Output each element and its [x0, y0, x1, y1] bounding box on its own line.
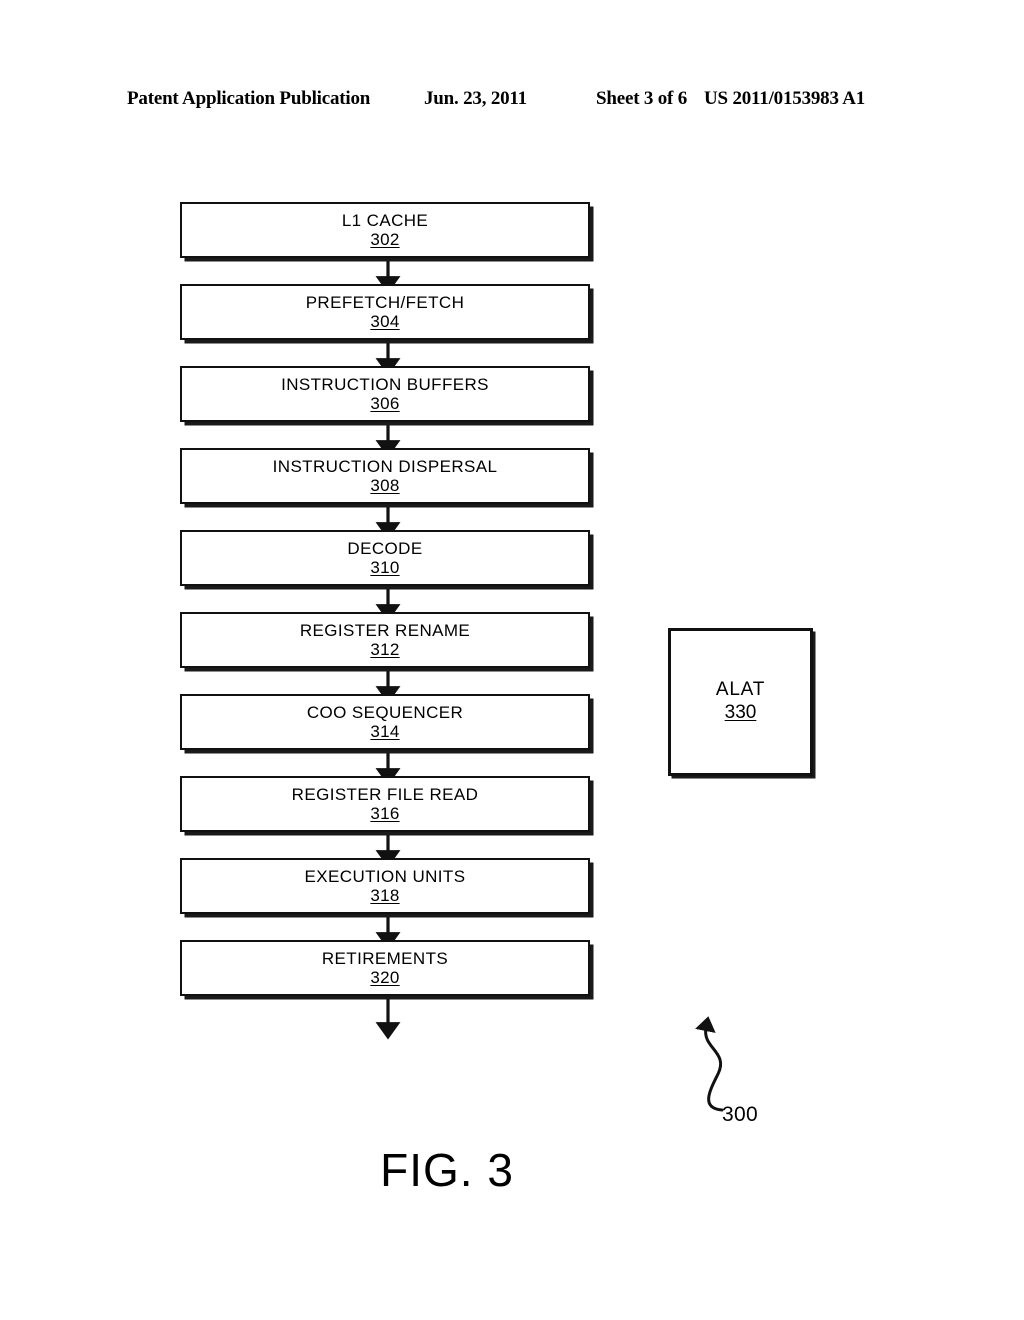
- figure-caption-text: FIG. 3: [380, 1144, 514, 1196]
- flow-box-label: EXECUTION UNITS: [304, 866, 466, 886]
- figure-3-diagram: L1 CACHE 302 PREFETCH/FETCH 304 INSTRUCT…: [0, 0, 1024, 1320]
- flow-box-decode[interactable]: DECODE 310: [180, 530, 590, 586]
- flow-box-register-rename[interactable]: REGISTER RENAME 312: [180, 612, 590, 668]
- flow-box-reference: 316: [370, 803, 400, 823]
- flow-box-reference: 308: [370, 475, 400, 495]
- flow-box-alat[interactable]: ALAT 330: [668, 628, 813, 776]
- flow-box-label: COO SEQUENCER: [306, 702, 464, 722]
- flow-box-l1-cache[interactable]: L1 CACHE 302: [180, 202, 590, 258]
- flow-box-reference: 302: [370, 229, 400, 249]
- flow-box-label: ALAT: [715, 679, 766, 700]
- flow-box-reference: 318: [370, 885, 400, 905]
- flow-box-label: INSTRUCTION BUFFERS: [281, 374, 489, 394]
- flow-box-reference: 330: [724, 702, 757, 723]
- flow-box-reference: 306: [370, 393, 400, 413]
- flow-box-label: PREFETCH/FETCH: [305, 292, 465, 312]
- flow-box-reference: 314: [370, 721, 400, 741]
- flow-box-reference: 310: [370, 557, 400, 577]
- reference-300-label: 300: [722, 1103, 758, 1126]
- flow-box-coo-sequencer[interactable]: COO SEQUENCER 314: [180, 694, 590, 750]
- flow-box-reference: 320: [370, 967, 400, 987]
- flow-box-label: INSTRUCTION DISPERSAL: [272, 456, 498, 476]
- flow-box-label: L1 CACHE: [341, 210, 429, 230]
- flow-box-instruction-dispersal[interactable]: INSTRUCTION DISPERSAL 308: [180, 448, 590, 504]
- figure-caption: FIG. 3: [0, 1143, 1024, 1197]
- flow-box-reference: 312: [370, 639, 400, 659]
- flow-box-retirements[interactable]: RETIREMENTS 320: [180, 940, 590, 996]
- flow-box-label: REGISTER RENAME: [299, 620, 471, 640]
- flow-box-label: REGISTER FILE READ: [291, 784, 479, 804]
- flow-box-execution-units[interactable]: EXECUTION UNITS 318: [180, 858, 590, 914]
- flow-box-prefetch-fetch[interactable]: PREFETCH/FETCH 304: [180, 284, 590, 340]
- flow-box-instruction-buffers[interactable]: INSTRUCTION BUFFERS 306: [180, 366, 590, 422]
- reference-300-leader-arrow: [695, 1016, 724, 1112]
- flow-box-reference: 304: [370, 311, 400, 331]
- flow-box-label: DECODE: [347, 538, 423, 558]
- flow-box-label: RETIREMENTS: [321, 948, 449, 968]
- flow-box-register-file-read[interactable]: REGISTER FILE READ 316: [180, 776, 590, 832]
